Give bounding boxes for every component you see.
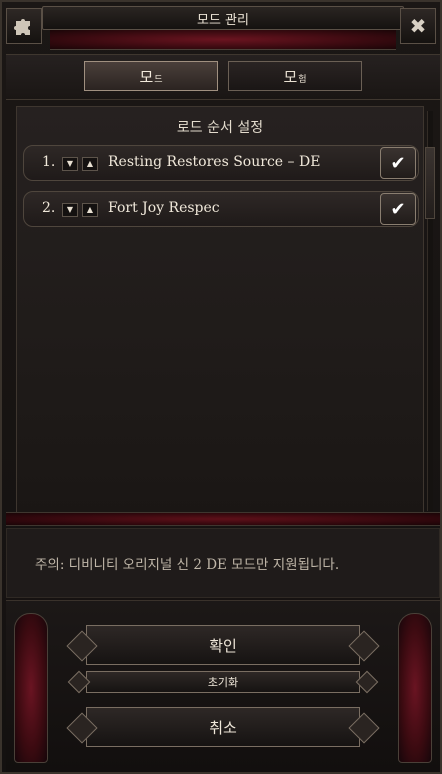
title-ornament (50, 30, 396, 50)
mod-enabled-checkbox[interactable]: ✔ (380, 147, 416, 179)
tab-adventure[interactable]: 모험 (228, 61, 362, 91)
reset-label: 초기화 (207, 676, 239, 689)
footer-actions: 확인 초기화 취소 (6, 600, 440, 772)
compatibility-note: 주의: 디비니티 오리지널 신 2 DE 모드만 지원됩니다. (6, 528, 440, 598)
mod-enabled-checkbox[interactable]: ✔ (380, 193, 416, 225)
confirm-button[interactable]: 확인 (86, 625, 360, 665)
mod-index: 2. (42, 200, 56, 216)
mod-row[interactable]: 2. ▼ ▲ Fort Joy Respec ✔ (23, 191, 419, 227)
tab-mods-label-main: 모 (139, 67, 154, 86)
move-up-button[interactable]: ▲ (82, 157, 98, 171)
mod-row[interactable]: 1. ▼ ▲ Resting Restores Source – DE ✔ (23, 145, 419, 181)
window-title: 모드 관리 (42, 6, 404, 30)
load-order-title: 로드 순서 설정 (176, 120, 264, 136)
puzzle-icon (6, 8, 42, 44)
left-ornament (14, 613, 48, 763)
tab-adventure-label-sub: 험 (298, 74, 307, 85)
mod-name: Resting Restores Source – DE (108, 154, 321, 170)
close-button[interactable]: ✖ (400, 8, 436, 44)
tab-mods-label-sub: 드 (154, 74, 163, 85)
reset-button[interactable]: 초기화 (86, 671, 360, 693)
right-ornament (398, 613, 432, 763)
move-down-button[interactable]: ▼ (62, 157, 78, 171)
close-icon: ✖ (409, 14, 427, 38)
cancel-label: 취소 (209, 718, 237, 737)
window-title-text: 모드 관리 (197, 12, 249, 28)
confirm-label: 확인 (209, 636, 237, 655)
check-icon: ✔ (390, 152, 406, 174)
cancel-button[interactable]: 취소 (86, 707, 360, 747)
move-up-button[interactable]: ▲ (82, 203, 98, 217)
note-text: 주의: 디비니티 오리지널 신 2 DE 모드만 지원됩니다. (35, 557, 340, 573)
check-icon: ✔ (390, 198, 406, 220)
load-order-panel: 로드 순서 설정 1. ▼ ▲ Resting Restores Source … (16, 106, 435, 524)
scrollbar-thumb[interactable] (425, 147, 435, 219)
mod-name: Fort Joy Respec (108, 200, 220, 216)
move-down-button[interactable]: ▼ (62, 203, 78, 217)
mod-index: 1. (42, 154, 56, 170)
tab-adventure-label-main: 모 (283, 67, 298, 86)
tabs-bar: 모드 모험 (6, 54, 440, 100)
mod-manager-window: 모드 관리 ✖ 모드 모험 로드 순서 설정 1. ▼ ▲ Resting Re… (0, 0, 442, 774)
tab-mods[interactable]: 모드 (84, 61, 218, 91)
divider-ornament (6, 512, 440, 526)
